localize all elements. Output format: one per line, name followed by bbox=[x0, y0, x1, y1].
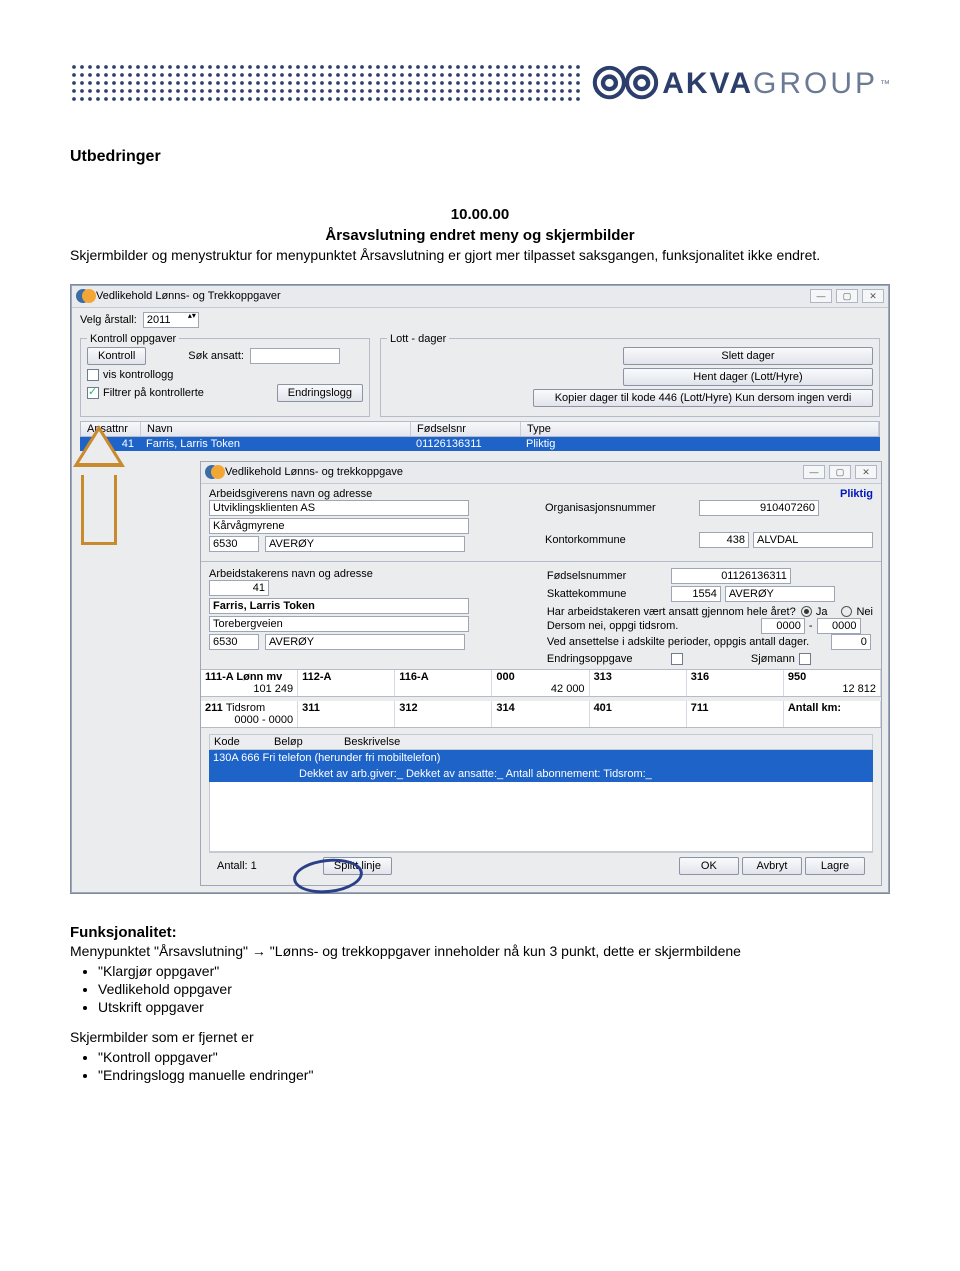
kontroll-group: Kontroll oppgaver Kontroll Søk ansatt: v… bbox=[80, 333, 370, 417]
lagre-button[interactable]: Lagre bbox=[805, 857, 865, 875]
employee-table-row[interactable]: 41 Farris, Larris Token 01126136311 Plik… bbox=[80, 437, 880, 451]
hent-dager-button[interactable]: Hent dager (Lott/Hyre) bbox=[623, 368, 873, 386]
page-header: ⦾⦾ AKVA GROUP ™ bbox=[70, 60, 890, 108]
skatt-nr-input[interactable]: 1554 bbox=[671, 586, 721, 602]
vis-kontrollogg-checkbox[interactable]: vis kontrollogg bbox=[87, 369, 173, 381]
employer-addr-input[interactable]: Kårvågmyrene bbox=[209, 518, 469, 534]
funk-text: Menypunktet "Årsavslutning" → "Lønns- og… bbox=[70, 943, 890, 959]
fnr-input[interactable]: 01126136311 bbox=[671, 568, 791, 584]
year-label: Velg årstall: bbox=[80, 314, 137, 326]
orgnr-input[interactable]: 910407260 bbox=[699, 500, 819, 516]
header-dots bbox=[70, 63, 582, 105]
close-button[interactable]: ✕ bbox=[862, 289, 884, 303]
employer-name-input[interactable]: Utviklingsklienten AS bbox=[209, 500, 469, 516]
splitt-linje-button[interactable]: Splitt linje bbox=[323, 857, 392, 875]
pliktig-label: Pliktig bbox=[545, 488, 873, 500]
embedded-screenshot: Vedlikehold Lønns- og Trekkoppgaver — ▢ … bbox=[70, 284, 890, 894]
list-item: "Kontroll oppgaver" bbox=[98, 1049, 890, 1065]
removed-heading: Skjermbilder som er fjernet er bbox=[70, 1029, 890, 1045]
funk-bullets: "Klargjør oppgaver" Vedlikehold oppgaver… bbox=[98, 963, 890, 1015]
detail-table-header: Kode Beløp Beskrivelse bbox=[209, 734, 873, 750]
window-title: Vedlikehold Lønns- og Trekkoppgaver bbox=[96, 290, 810, 302]
year-spinner[interactable]: 2011 bbox=[143, 312, 199, 328]
detail-row[interactable]: 130A 666 Fri telefon (herunder fri mobil… bbox=[209, 750, 873, 766]
worker-nr-input[interactable]: 41 bbox=[209, 580, 269, 596]
removed-bullets: "Kontroll oppgaver" "Endringslogg manuel… bbox=[98, 1049, 890, 1083]
lott-group-label: Lott - dager bbox=[387, 333, 449, 345]
slett-dager-button[interactable]: Slett dager bbox=[623, 347, 873, 365]
section-number: 10.00.00 bbox=[70, 206, 890, 223]
kontor-nr-input[interactable]: 438 bbox=[699, 532, 749, 548]
worker-addr-input[interactable]: Torebergveien bbox=[209, 616, 469, 632]
employer-city-input[interactable]: AVERØY bbox=[265, 536, 465, 552]
minimize-button[interactable]: — bbox=[810, 289, 832, 303]
filtrer-checkbox[interactable]: Filtrer på kontrollerte bbox=[87, 387, 204, 399]
employer-zip-input[interactable]: 6530 bbox=[209, 536, 259, 552]
detail-footer: Antall: 1 Splitt linje OK Avbryt Lagre bbox=[209, 852, 873, 879]
kontor-name-input[interactable]: ALVDAL bbox=[753, 532, 873, 548]
worker-zip-input[interactable]: 6530 bbox=[209, 634, 259, 650]
skatt-name-input[interactable]: AVERØY bbox=[725, 586, 835, 602]
tids1-input[interactable]: 0000 bbox=[761, 618, 805, 634]
sum-row-2: 211 Tidsrom0000 - 0000 311 312 314 401 7… bbox=[201, 701, 881, 728]
endringslogg-button[interactable]: Endringslogg bbox=[277, 384, 363, 402]
list-item: "Klargjør oppgaver" bbox=[98, 963, 890, 979]
app-icon bbox=[76, 289, 90, 303]
antall-value: 1 bbox=[251, 860, 257, 872]
window-trekkoppgaver: Vedlikehold Lønns- og Trekkoppgaver — ▢ … bbox=[71, 285, 889, 893]
list-item: Vedlikehold oppgaver bbox=[98, 981, 890, 997]
avbryt-button[interactable]: Avbryt bbox=[742, 857, 802, 875]
kontroll-group-label: Kontroll oppgaver bbox=[87, 333, 179, 345]
sum-row-1: 111-A Lønn mv101 249 112-A 116-A 00042 0… bbox=[201, 669, 881, 697]
funk-heading: Funksjonalitet: bbox=[70, 924, 890, 941]
section-title: Årsavslutning endret meny og skjermbilde… bbox=[70, 227, 890, 244]
page-title: Utbedringer bbox=[70, 148, 890, 166]
section-description: Skjermbilder og menystruktur for menypun… bbox=[70, 246, 890, 266]
ok-button[interactable]: OK bbox=[679, 857, 739, 875]
minimize-button[interactable]: — bbox=[803, 465, 825, 479]
lott-group: Lott - dager Slett dager Hent dager (Lot… bbox=[380, 333, 880, 417]
worker-name-input[interactable]: Farris, Larris Token bbox=[209, 598, 469, 614]
tids2-input[interactable]: 0000 bbox=[817, 618, 861, 634]
brand-logo: ⦾⦾ AKVA GROUP ™ bbox=[592, 59, 890, 109]
sjomann-checkbox[interactable] bbox=[799, 653, 811, 665]
ja-radio[interactable] bbox=[801, 606, 812, 617]
app-icon bbox=[205, 465, 219, 479]
antall-dager-input[interactable]: 0 bbox=[831, 634, 871, 650]
close-button[interactable]: ✕ bbox=[855, 465, 877, 479]
maximize-button[interactable]: ▢ bbox=[836, 289, 858, 303]
sok-label: Søk ansatt: bbox=[188, 350, 244, 362]
list-item: Utskrift oppgaver bbox=[98, 999, 890, 1015]
kontroll-button[interactable]: Kontroll bbox=[87, 347, 146, 365]
employer-section-label: Arbeidsgiverens navn og adresse bbox=[209, 488, 527, 500]
detail-row-sub[interactable]: Dekket av arb.giver:_ Dekket av ansatte:… bbox=[209, 766, 873, 782]
sok-input[interactable] bbox=[250, 348, 340, 364]
antall-label: Antall: bbox=[217, 860, 248, 872]
worker-section-label: Arbeidstakerens navn og adresse bbox=[209, 568, 529, 580]
worker-city-input[interactable]: AVERØY bbox=[265, 634, 465, 650]
maximize-button[interactable]: ▢ bbox=[829, 465, 851, 479]
window-trekkoppgave: Vedlikehold Lønns- og trekkoppgave — ▢ ✕… bbox=[200, 461, 882, 886]
kopier-dager-button[interactable]: Kopier dager til kode 446 (Lott/Hyre) Ku… bbox=[533, 389, 873, 407]
endringsoppgave-checkbox[interactable] bbox=[671, 653, 683, 665]
employee-table-header: Ansattnr Navn Fødselsnr Type bbox=[80, 421, 880, 437]
nei-radio[interactable] bbox=[841, 606, 852, 617]
list-item: "Endringslogg manuelle endringer" bbox=[98, 1067, 890, 1083]
window-title: Vedlikehold Lønns- og trekkoppgave bbox=[225, 466, 803, 478]
